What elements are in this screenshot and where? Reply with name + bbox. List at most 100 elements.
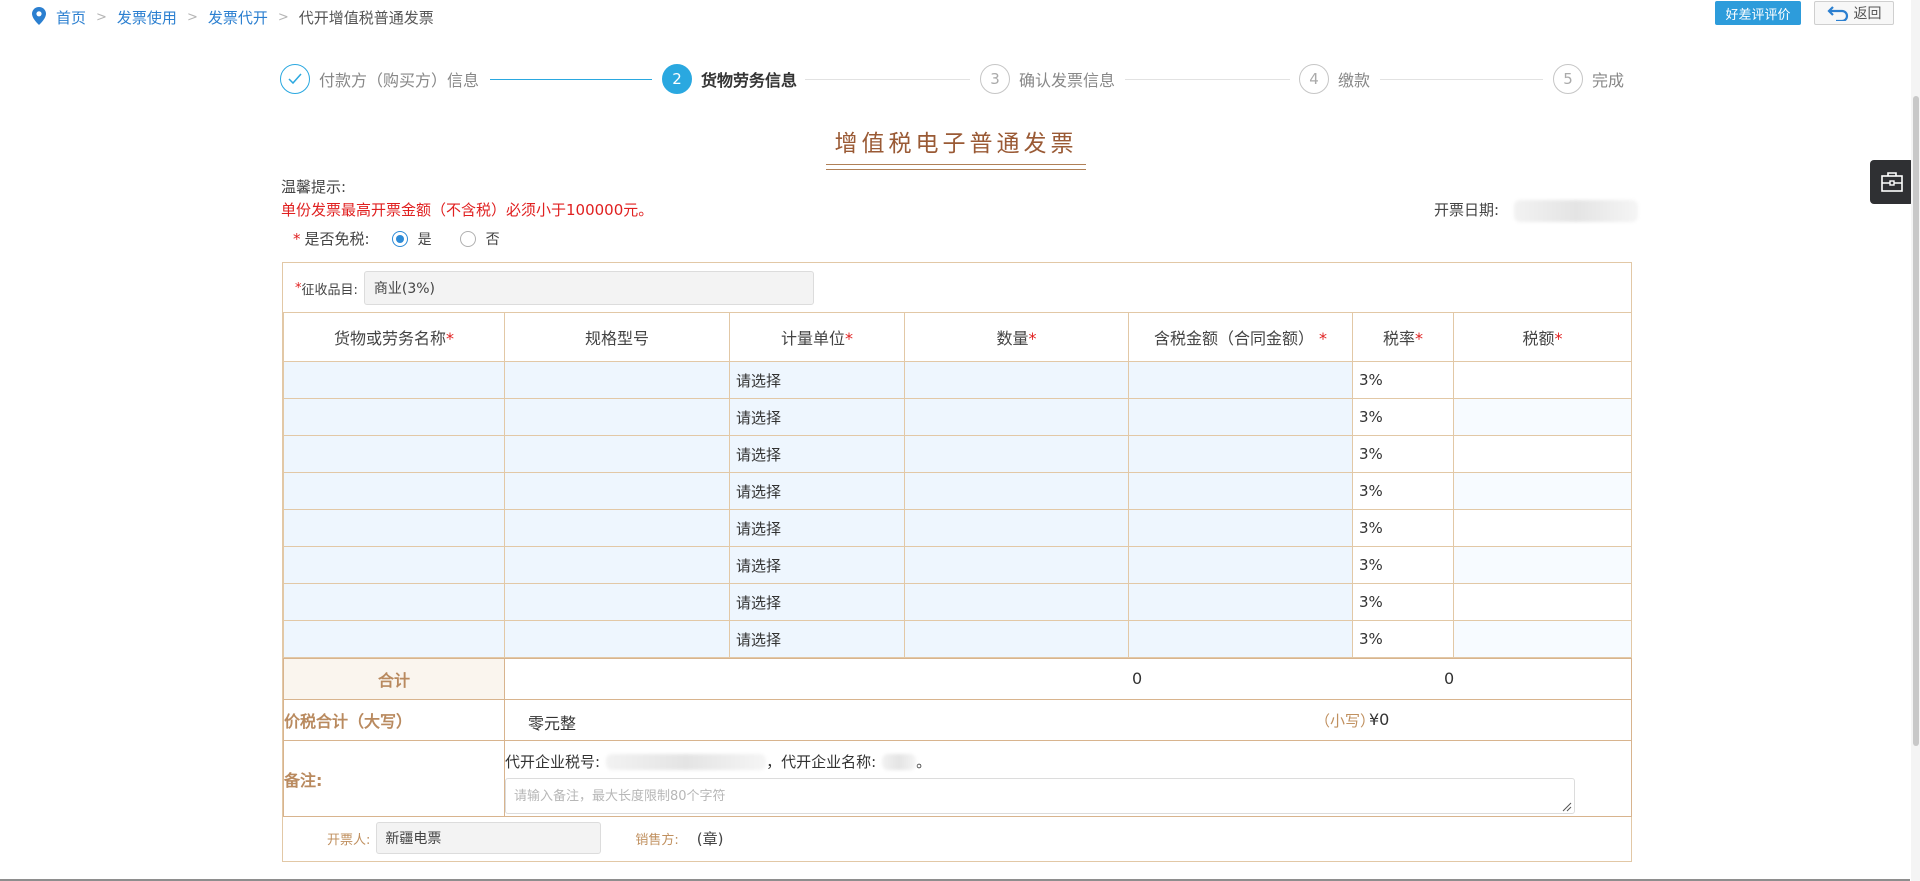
amount-input[interactable] [1128,509,1353,547]
invoice-title: 增值税电子普通发票 [834,131,1078,157]
unit-select[interactable]: 请选择 [729,509,905,547]
remark-placeholder: 请输入备注，最大长度限制80个字符 [514,789,726,804]
check-icon [280,64,310,94]
tax-exempt-no-radio[interactable] [459,230,476,247]
column-header-spec: 规格型号 [504,312,730,362]
goods-name-input[interactable] [283,435,505,473]
goods-name-input[interactable] [283,398,505,436]
table-row: 请选择 3% [283,398,1632,436]
unit-select[interactable]: 请选择 [729,435,905,473]
unit-select[interactable]: 请选择 [729,583,905,621]
spec-input[interactable] [504,583,730,621]
column-header-unit: 计量单位* [729,312,905,362]
progress-steps: 付款方（购买方）信息 2 货物劳务信息 3 确认发票信息 4 缴款 5 完成 [280,64,1630,96]
issuer-input[interactable]: 新疆电票 [376,822,602,854]
tax-exempt-yes-radio[interactable] [391,230,408,247]
tax-rate-cell: 3% [1352,472,1454,510]
spec-input[interactable] [504,509,730,547]
remark-end-mark: 。 [916,753,932,771]
caps-total-label: 价税合计（大写） [283,699,505,741]
amount-input[interactable] [1128,435,1353,473]
tax-amount-cell [1453,546,1632,584]
quantity-input[interactable] [904,361,1129,399]
goods-name-input[interactable] [283,361,505,399]
amount-input[interactable] [1128,398,1353,436]
remark-textarea[interactable]: 请输入备注，最大长度限制80个字符 [505,778,1575,814]
goods-name-input[interactable] [283,472,505,510]
quantity-input[interactable] [904,398,1129,436]
unit-select[interactable]: 请选择 [729,546,905,584]
small-total-label: （小写） [1315,712,1376,730]
spec-input[interactable] [504,546,730,584]
step-1-label: 付款方（购买方）信息 [319,71,480,90]
tax-exempt-yes-option[interactable]: 是 [391,229,432,249]
unit-select[interactable]: 请选择 [729,620,905,658]
toolbox-button[interactable] [1870,160,1914,204]
location-pin-icon [32,7,48,27]
quantity-input[interactable] [904,472,1129,510]
tax-rate-cell: 3% [1352,361,1454,399]
total-values: 0 0 [504,658,1632,700]
table-row: 请选择 3% [283,546,1632,584]
amount-input[interactable] [1128,583,1353,621]
unit-select[interactable]: 请选择 [729,361,905,399]
spec-input[interactable] [504,435,730,473]
breadcrumb-home-link[interactable]: 首页 [56,7,86,28]
spec-input[interactable] [504,620,730,658]
step-4-number: 4 [1299,64,1329,94]
amount-input[interactable] [1128,472,1353,510]
seller-stamp: (章) [696,829,724,848]
spec-input[interactable] [504,398,730,436]
amount-input[interactable] [1128,361,1353,399]
step-5: 5 完成 [1553,64,1624,94]
scrollbar-thumb[interactable] [1913,96,1919,746]
back-button[interactable]: 返回 [1814,1,1894,25]
proxy-tax-id-redacted [606,753,767,770]
tax-exempt-no-label: 否 [485,231,500,248]
remark-proxy-info: 代开企业税号: ，代开企业名称: 。 [505,751,1631,772]
tax-exempt-field: * 是否免税: 是 否 [293,228,528,249]
total-label: 合计 [283,658,505,700]
tax-rate-cell: 3% [1352,546,1454,584]
step-2: 2 货物劳务信息 [662,64,797,94]
column-header-quantity: 数量* [904,312,1129,362]
step-connector [805,79,970,80]
tax-exempt-no-option[interactable]: 否 [459,229,500,249]
quantity-input[interactable] [904,583,1129,621]
tax-category-label: 征收品目: [301,282,358,298]
breadcrumb-invoice-use-link[interactable]: 发票使用 [117,7,177,28]
caps-total-values: 零元整 （小写） ¥0 [504,699,1632,741]
table-row: 请选择 3% [283,361,1632,399]
remark-label: 备注: [283,740,505,817]
tax-amount-cell [1453,509,1632,547]
quantity-input[interactable] [904,546,1129,584]
goods-name-input[interactable] [283,583,505,621]
amount-input[interactable] [1128,546,1353,584]
table-row: 请选择 3% [283,620,1632,658]
back-button-label: 返回 [1853,6,1882,22]
goods-name-input[interactable] [283,546,505,584]
spec-input[interactable] [504,361,730,399]
goods-table-header: 货物或劳务名称* 规格型号 计量单位* 数量* 含税金额（合同金额） * 税率*… [283,312,1632,362]
step-3-number: 3 [980,64,1010,94]
goods-name-input[interactable] [283,620,505,658]
quantity-input[interactable] [904,435,1129,473]
quantity-input[interactable] [904,509,1129,547]
breadcrumb-current: 代开增值税普通发票 [298,8,434,27]
tax-rate-cell: 3% [1352,398,1454,436]
breadcrumb-separator: > [186,9,198,25]
unit-select[interactable]: 请选择 [729,472,905,510]
amount-limit-warning: 单份发票最高开票金额（不含税）必须小于100000元。 [281,201,654,219]
caps-total-row: 价税合计（大写） 零元整 （小写） ¥0 [283,699,1632,741]
resize-handle-icon[interactable] [1562,801,1572,812]
proxy-tax-id-label: 代开企业税号: [505,753,601,771]
goods-name-input[interactable] [283,509,505,547]
rating-button[interactable]: 好差评评价 [1715,1,1801,25]
breadcrumb-invoice-proxy-link[interactable]: 发票代开 [208,7,268,28]
amount-input[interactable] [1128,620,1353,658]
unit-select[interactable]: 请选择 [729,398,905,436]
tax-amount-cell [1453,398,1632,436]
tax-category-input[interactable]: 商业(3%) [363,271,814,305]
spec-input[interactable] [504,472,730,510]
quantity-input[interactable] [904,620,1129,658]
